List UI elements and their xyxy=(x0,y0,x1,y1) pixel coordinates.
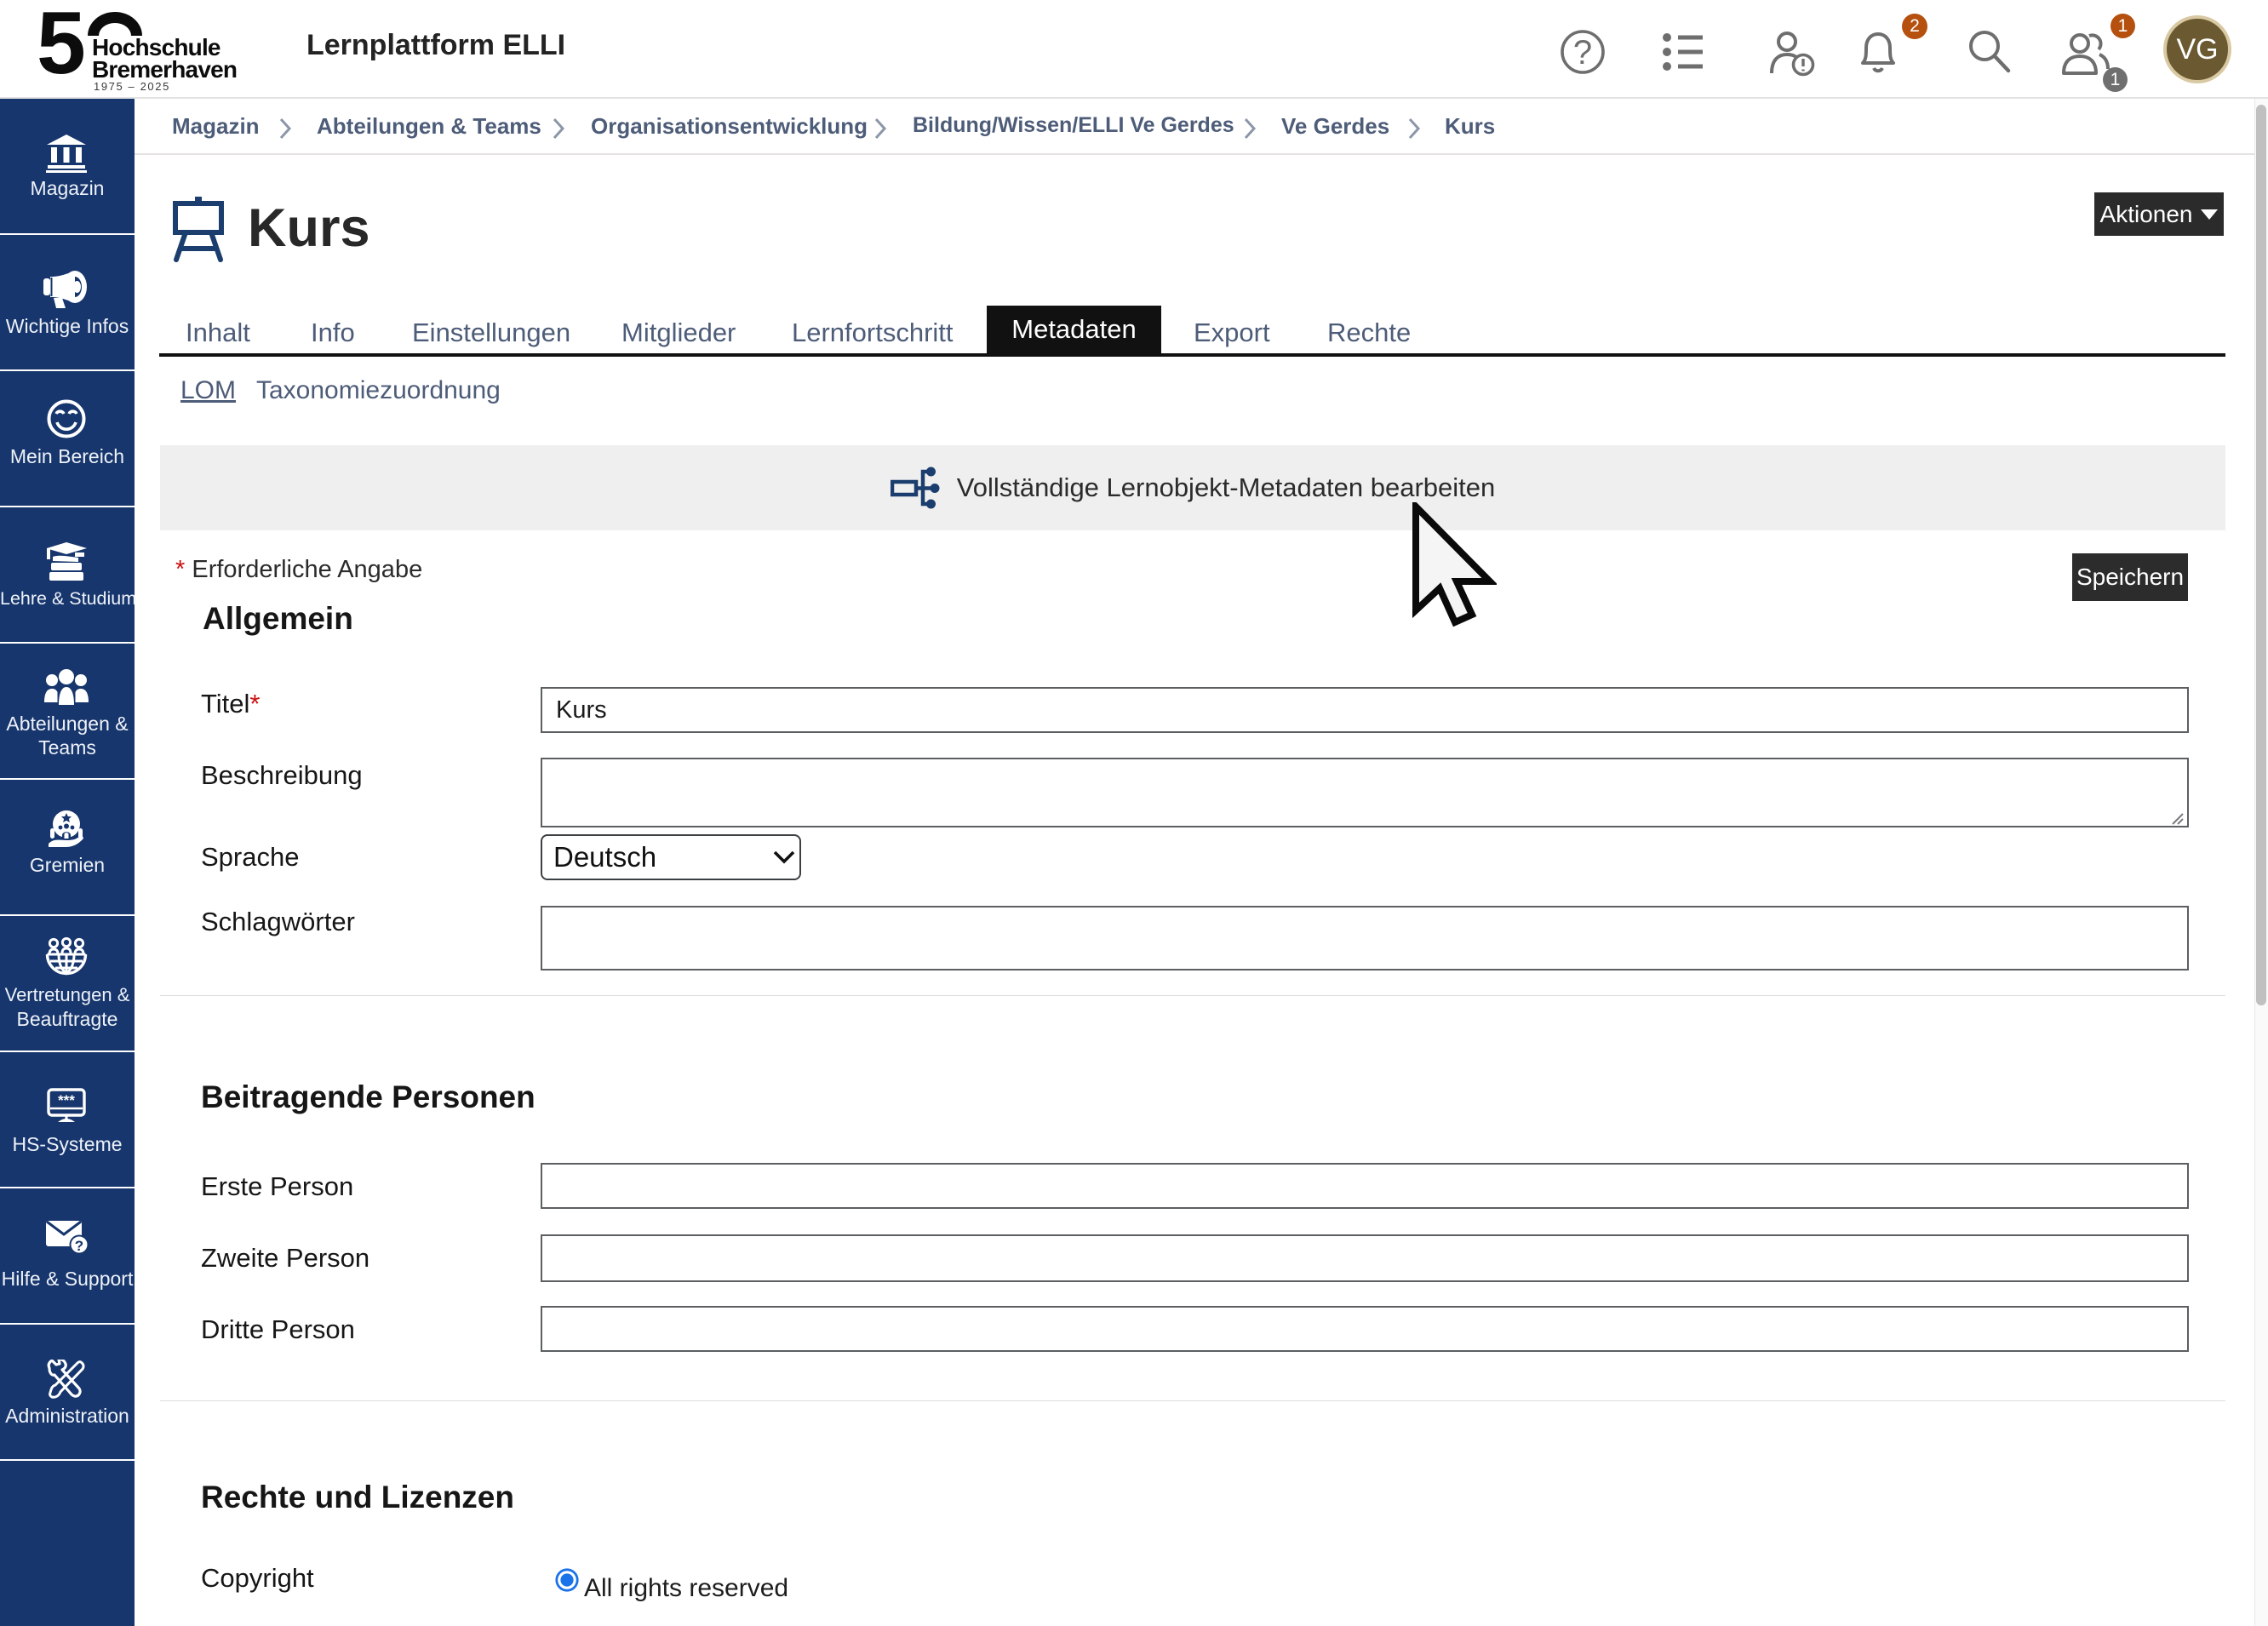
svg-text:?: ? xyxy=(75,1238,83,1254)
svg-text:?: ? xyxy=(1573,34,1592,72)
svg-text:***: *** xyxy=(58,1092,75,1108)
